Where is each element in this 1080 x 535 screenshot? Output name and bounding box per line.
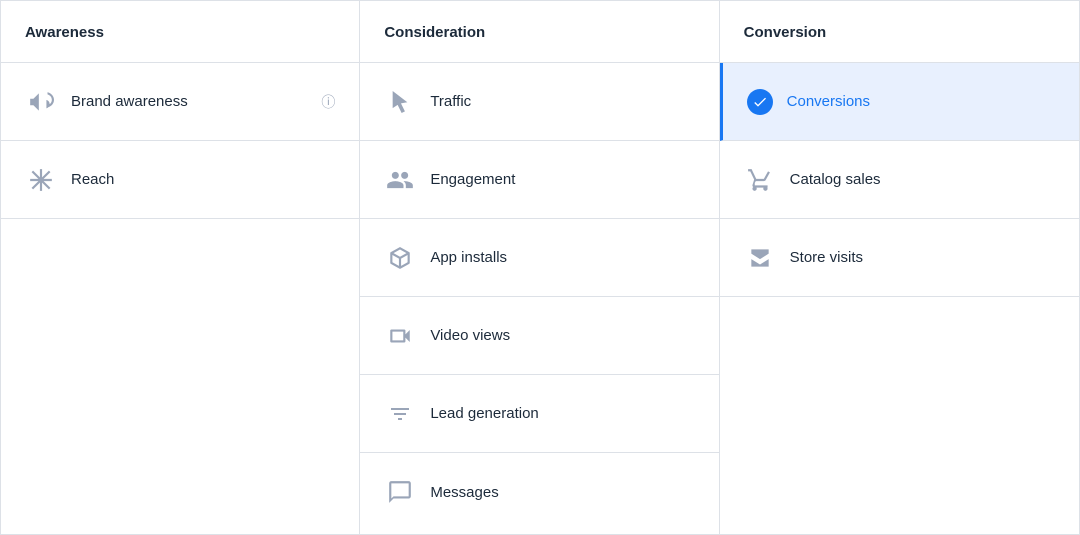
campaign-objective-grid: Awareness Brand awareness ⓘ Reach Consid…: [0, 0, 1080, 535]
store-visits-label: Store visits: [790, 249, 863, 266]
store-visits-item[interactable]: Store visits: [720, 219, 1079, 297]
reach-label: Reach: [71, 171, 114, 188]
cart-icon: [744, 164, 776, 196]
megaphone-icon: [25, 86, 57, 118]
chat-icon: [384, 476, 416, 508]
catalog-sales-label: Catalog sales: [790, 171, 881, 188]
awareness-empty: [1, 219, 359, 534]
engagement-label: Engagement: [430, 171, 515, 188]
conversion-column: Conversion Conversions Catalog sales: [720, 1, 1079, 534]
funnel-icon: [384, 398, 416, 430]
video-views-label: Video views: [430, 327, 510, 344]
app-installs-item[interactable]: App installs: [360, 219, 718, 297]
catalog-sales-item[interactable]: Catalog sales: [720, 141, 1079, 219]
engagement-item[interactable]: Engagement: [360, 141, 718, 219]
conversions-label: Conversions: [787, 93, 870, 110]
lead-generation-label: Lead generation: [430, 405, 538, 422]
consideration-column: Consideration Traffic Engagement: [360, 1, 719, 534]
app-installs-label: App installs: [430, 249, 507, 266]
video-icon: [384, 320, 416, 352]
messages-item[interactable]: Messages: [360, 453, 718, 531]
messages-label: Messages: [430, 484, 498, 501]
awareness-column: Awareness Brand awareness ⓘ Reach: [1, 1, 360, 534]
cursor-icon: [384, 86, 416, 118]
video-views-item[interactable]: Video views: [360, 297, 718, 375]
asterisk-icon: [25, 164, 57, 196]
check-circle-icon: [747, 89, 773, 115]
brand-awareness-label: Brand awareness: [71, 93, 188, 110]
reach-item[interactable]: Reach: [1, 141, 359, 219]
lead-generation-item[interactable]: Lead generation: [360, 375, 718, 453]
box-icon: [384, 242, 416, 274]
brand-awareness-item[interactable]: Brand awareness ⓘ: [1, 63, 359, 141]
conversions-item[interactable]: Conversions: [720, 63, 1079, 141]
store-icon: [744, 242, 776, 274]
awareness-header: Awareness: [1, 1, 359, 63]
consideration-header: Consideration: [360, 1, 718, 63]
info-icon-brand-awareness[interactable]: ⓘ: [321, 92, 335, 112]
conversion-header: Conversion: [720, 1, 1079, 63]
conversion-empty: [720, 297, 1079, 534]
traffic-label: Traffic: [430, 93, 471, 110]
people-icon: [384, 164, 416, 196]
traffic-item[interactable]: Traffic: [360, 63, 718, 141]
